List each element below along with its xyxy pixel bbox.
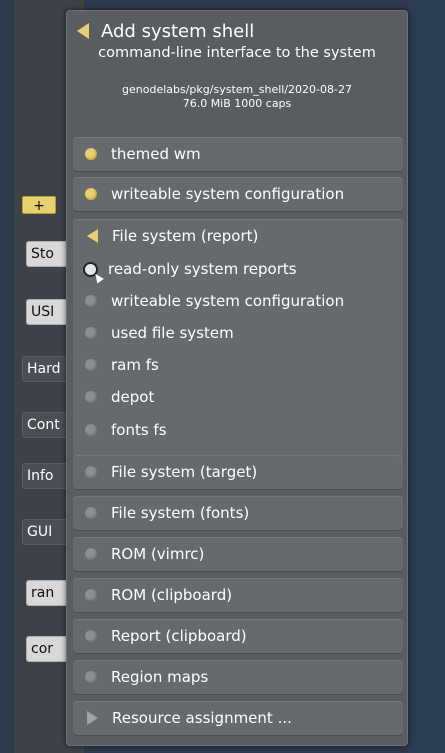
resource-assignment-row[interactable]: Resource assignment ... [73, 701, 403, 735]
route-row[interactable]: Report (clipboard) [73, 619, 403, 653]
route-option[interactable]: used file system [85, 318, 234, 348]
route-option-label: writeable system configuration [111, 292, 345, 310]
unselected-bullet-icon [85, 327, 97, 339]
option-row[interactable]: writeable system configuration [73, 177, 403, 211]
route-row[interactable]: File system (target) [73, 455, 403, 489]
add-button[interactable]: + [22, 196, 56, 214]
unselected-bullet-icon [85, 507, 97, 519]
route-row[interactable]: ROM (vimrc) [73, 537, 403, 571]
resource-assignment-label: Resource assignment ... [112, 709, 292, 727]
package-resources: 76.0 MiB 1000 caps [182, 97, 292, 110]
package-path: genodelabs/pkg/system_shell/2020-08-27 [122, 83, 352, 96]
route-option[interactable]: writeable system configuration [85, 286, 344, 316]
route-row[interactable]: ROM (clipboard) [73, 578, 403, 612]
route-option-label: depot [111, 388, 155, 406]
hover-radio-icon [83, 261, 104, 283]
expand-arrow-icon [87, 711, 98, 725]
option-label: themed wm [111, 145, 201, 163]
unselected-bullet-icon [85, 589, 97, 601]
route-option-label: fonts fs [111, 421, 167, 439]
route-row-label: ROM (clipboard) [111, 586, 233, 604]
dialog-subtitle: command-line interface to the system [98, 45, 376, 61]
route-option-label: read-only system reports [108, 260, 297, 278]
package-info: genodelabs/pkg/system_shell/2020-08-27 7… [67, 83, 407, 111]
selected-bullet-icon [85, 148, 97, 160]
route-option[interactable]: fonts fs [85, 415, 167, 445]
route-row-label: File system (target) [111, 463, 258, 481]
unselected-bullet-icon [85, 630, 97, 642]
unselected-bullet-icon [85, 671, 97, 683]
expanded-route-group: File system (report) read-only system re… [73, 219, 403, 457]
desktop-background-right [408, 0, 445, 753]
option-row[interactable]: themed wm [73, 137, 403, 171]
unselected-bullet-icon [85, 359, 97, 371]
unselected-bullet-icon [85, 424, 97, 436]
route-row-label: Report (clipboard) [111, 627, 247, 645]
route-row[interactable]: Region maps [73, 660, 403, 694]
back-arrow-icon[interactable] [77, 23, 89, 39]
route-row-label: File system (fonts) [111, 504, 250, 522]
route-option[interactable]: read-only system reports [83, 254, 297, 284]
route-option[interactable]: depot [85, 382, 154, 412]
option-label: writeable system configuration [111, 185, 345, 203]
dialog-header[interactable]: Add system shell [77, 19, 254, 43]
dialog-title: Add system shell [101, 20, 255, 42]
mouse-pointer-icon [92, 271, 104, 283]
collapse-arrow-icon [87, 229, 98, 243]
route-row-label: Region maps [111, 668, 209, 686]
unselected-bullet-icon [85, 548, 97, 560]
selected-bullet-icon [85, 188, 97, 200]
route-option[interactable]: ram fs [85, 350, 159, 380]
route-option-label: used file system [111, 324, 234, 342]
unselected-bullet-icon [85, 466, 97, 478]
unselected-bullet-icon [85, 295, 97, 307]
route-row[interactable]: File system (fonts) [73, 496, 403, 530]
add-component-dialog: Add system shell command-line interface … [66, 10, 408, 746]
route-header[interactable]: File system (report) [85, 221, 258, 251]
route-label: File system (report) [112, 227, 259, 245]
route-row-label: ROM (vimrc) [111, 545, 205, 563]
route-option-label: ram fs [111, 356, 159, 374]
unselected-bullet-icon [85, 391, 97, 403]
